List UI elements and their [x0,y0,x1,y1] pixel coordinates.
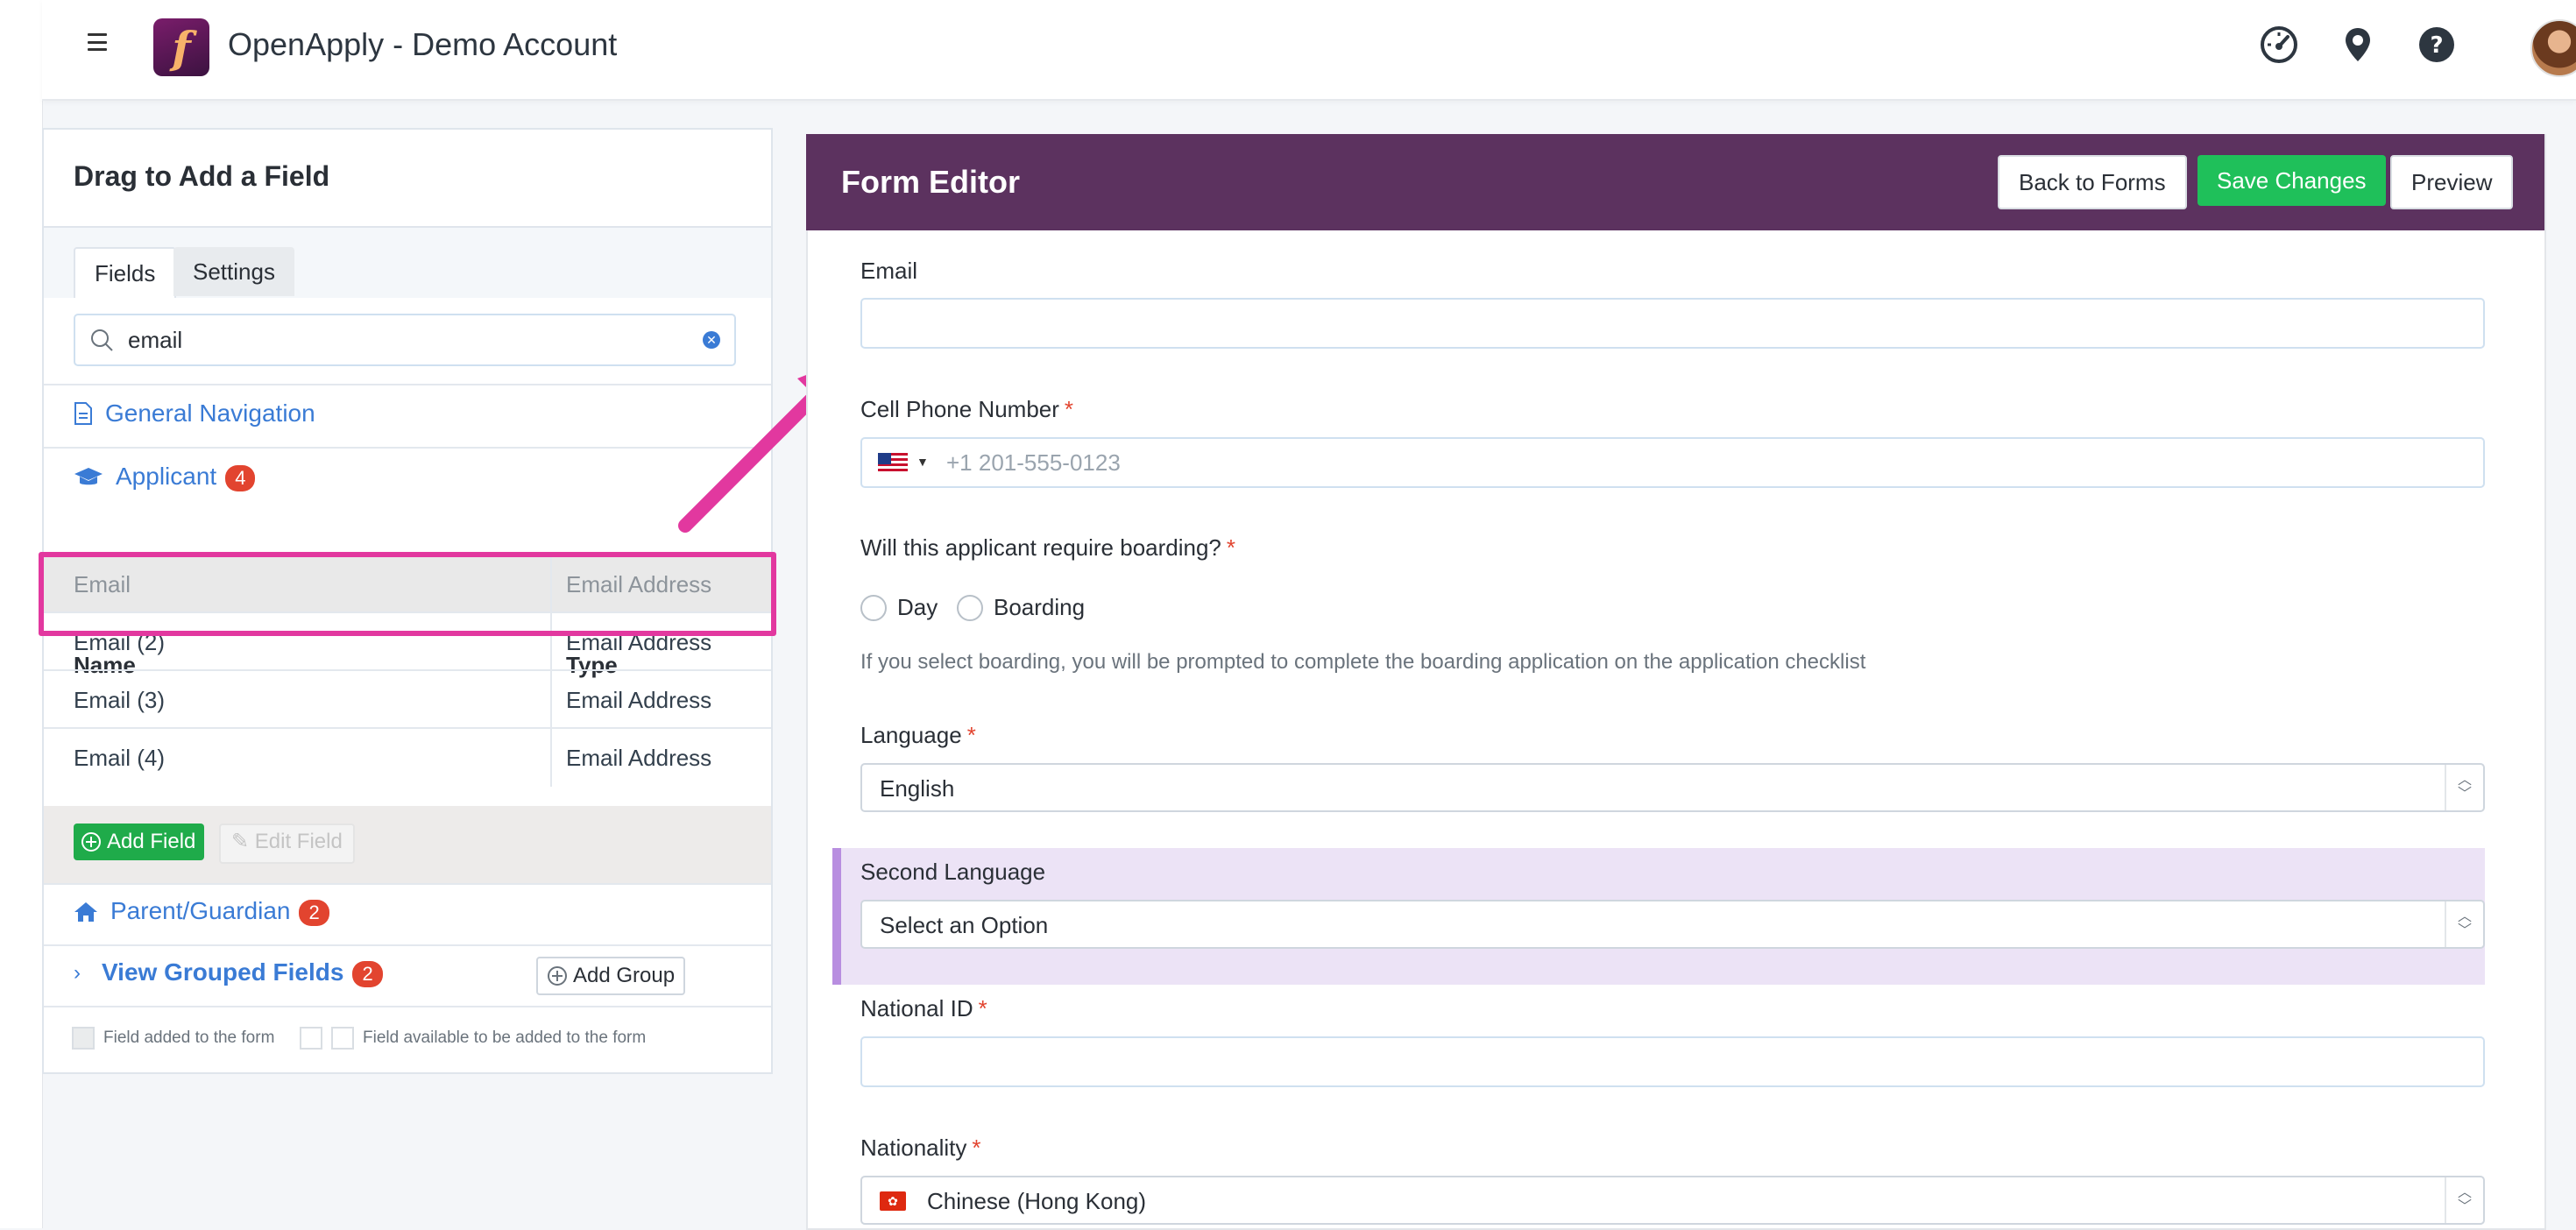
boarding-label: Will this applicant require boarding? * [860,534,1236,561]
section-parent-guardian[interactable]: Parent/Guardian 2 [74,897,329,926]
editor-title: Form Editor [841,164,1020,200]
divider [44,1006,771,1007]
document-icon [74,402,92,425]
window-left-edge [0,0,43,1228]
nationality-label: Nationality * [860,1135,981,1161]
panel-title: Drag to Add a Field [74,160,330,192]
row-name: Email (3) [74,687,166,713]
language-select[interactable]: English ︿ ﹀ [860,763,2485,812]
us-flag-icon[interactable] [878,453,908,474]
nationality-select[interactable]: ✿ Chinese (Hong Kong) ︿ ﹀ [860,1176,2485,1225]
second-language-label: Second Language [860,859,1046,885]
select-arrows-icon: ︿ ﹀ [2445,765,2483,810]
section-label: View Grouped Fields [102,958,344,986]
search-value: email [128,327,183,353]
field-search-input[interactable]: email ✕ [74,314,736,366]
table-row[interactable]: Email (4) Email Address [44,727,771,787]
national-id-field[interactable] [860,1036,2485,1087]
caret-down-icon[interactable]: ▼ [916,455,929,469]
location-pin-icon[interactable] [2338,25,2378,65]
language-label: Language * [860,722,976,748]
section-label: Parent/Guardian [110,897,291,924]
section-grouped-fields[interactable]: › View Grouped Fields 2 [74,958,383,987]
hamburger-menu-icon[interactable] [88,33,107,51]
divider [44,447,771,449]
phone-label: Cell Phone Number * [860,396,1074,422]
email-field[interactable] [860,298,2485,349]
radio-boarding[interactable]: Boarding [957,594,1085,621]
row-name: Email (4) [74,745,166,771]
search-icon [91,329,113,351]
section-applicant[interactable]: Applicant 4 [74,463,256,491]
preview-button[interactable]: Preview [2390,155,2514,209]
email-label: Email [860,258,918,284]
count-badge: 2 [352,961,383,987]
chevron-right-icon: › [74,960,81,985]
tab-settings[interactable]: Settings [173,247,294,296]
second-language-select[interactable]: Select an Option ︿ ﹀ [860,900,2485,949]
select-arrows-icon: ︿ ﹀ [2445,901,2483,947]
count-badge: 2 [299,900,329,926]
dashboard-gauge-icon[interactable] [2259,25,2299,65]
form-editor-header: Form Editor Back to Forms Save Changes P… [806,134,2544,230]
home-icon [74,901,97,922]
top-navigation-bar: f OpenApply - Demo Account ? [42,0,2576,101]
tab-fields[interactable]: Fields [74,247,177,298]
table-row[interactable]: Email (3) Email Address [44,669,771,729]
boarding-help-text: If you select boarding, you will be prom… [860,650,1866,674]
legend-swatch-available [331,1027,354,1050]
divider [44,944,771,946]
field-actions-bar: Add Field ✎ Edit Field [44,806,771,883]
save-changes-button[interactable]: Save Changes [2197,155,2386,206]
app-title: OpenApply - Demo Account [228,26,618,62]
add-group-button[interactable]: Add Group [536,957,686,995]
legend-swatch-none [300,1027,322,1050]
legend-available: Field available to be added to the form [300,1027,646,1050]
row-type: Email Address [566,745,712,771]
hong-kong-flag-icon: ✿ [880,1191,906,1211]
plus-circle-icon [548,966,567,986]
legend-swatch-added [72,1027,95,1050]
section-label: Applicant [116,463,217,490]
svg-text:?: ? [2430,32,2443,59]
highlight-annotation-box [39,552,776,636]
divider [44,384,771,385]
national-id-label: National ID * [860,995,987,1021]
section-general-navigation[interactable]: General Navigation [74,399,315,428]
divider [44,883,771,885]
phone-placeholder: +1 201-555-0123 [946,449,1121,476]
legend-added: Field added to the form [72,1027,274,1050]
row-type: Email Address [566,687,712,713]
back-to-forms-button[interactable]: Back to Forms [1998,155,2187,209]
add-field-button[interactable]: Add Field [74,824,205,860]
count-badge: 4 [225,465,256,491]
graduation-cap-icon [74,467,103,484]
app-logo[interactable]: f [153,18,209,76]
section-label: General Navigation [105,399,315,427]
edit-field-button[interactable]: ✎ Edit Field [219,824,355,864]
help-icon[interactable]: ? [2417,25,2457,65]
select-arrows-icon: ︿ ﹀ [2445,1177,2483,1223]
phone-field[interactable]: ▼ +1 201-555-0123 [860,437,2485,488]
radio-day[interactable]: Day [860,594,938,621]
plus-circle-icon [81,832,101,852]
user-avatar[interactable] [2530,19,2576,77]
